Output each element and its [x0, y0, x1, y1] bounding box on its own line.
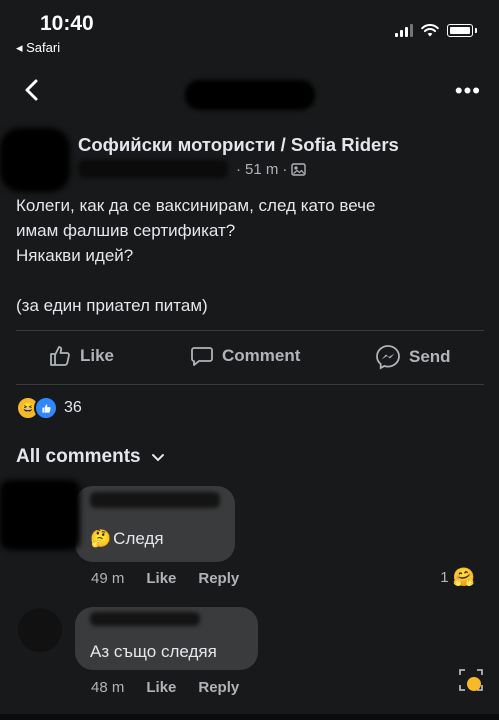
post-time: 51 m	[245, 161, 279, 178]
comment-reaction-count: 1	[440, 569, 449, 586]
redacted-commenter-name	[90, 612, 200, 626]
meta-dot: ·	[236, 161, 241, 178]
meta-dot: ·	[282, 161, 288, 178]
reaction-count: 36	[64, 399, 82, 416]
divider	[16, 384, 484, 385]
redacted-title	[185, 80, 315, 110]
home-indicator-area	[0, 714, 499, 720]
comment-meta: 48 m Like Reply	[91, 679, 239, 696]
send-button[interactable]: Send	[375, 344, 451, 370]
more-options-icon[interactable]: •••	[455, 78, 481, 104]
send-label: Send	[409, 347, 451, 366]
thinking-emoji: 🤔	[90, 529, 112, 548]
like-button[interactable]: Like	[48, 344, 114, 368]
post-line	[16, 268, 476, 293]
like-label: Like	[80, 346, 115, 365]
commenter-avatar[interactable]	[18, 608, 62, 652]
divider	[16, 330, 484, 331]
battery-icon	[447, 24, 473, 37]
back-to-safari-link[interactable]: ◂ Safari	[16, 40, 60, 56]
comment-time: 48 m	[91, 679, 125, 696]
comments-filter-dropdown[interactable]: All comments	[16, 446, 165, 468]
scan-reaction-icon[interactable]	[457, 666, 485, 694]
comment-body: Следя	[113, 529, 164, 548]
status-icons	[395, 24, 477, 37]
comment-label: Comment	[222, 346, 301, 365]
redacted-commenter-name	[90, 492, 220, 508]
comment-reply-button[interactable]: Reply	[198, 570, 239, 587]
comment-icon	[191, 347, 213, 366]
redacted-author	[78, 160, 228, 178]
group-name[interactable]: Софийски мотористи / Sofia Riders	[78, 134, 399, 156]
post-meta: · 51 m ·	[236, 161, 307, 178]
comments-filter-label: All comments	[16, 446, 141, 467]
post-line: имам фалшив сертификат?	[16, 221, 236, 240]
reactions-summary[interactable]: 😆 36	[16, 396, 82, 420]
comment-like-button[interactable]: Like	[146, 570, 176, 587]
chevron-down-icon	[151, 454, 164, 462]
group-privacy-icon	[291, 163, 307, 176]
comment-reply-button[interactable]: Reply	[198, 679, 239, 696]
cellular-signal-icon	[395, 24, 413, 37]
comment-reactions[interactable]: 1 🤗	[440, 567, 475, 588]
post-actions: Like Comment Send	[0, 340, 499, 376]
status-time: 10:40	[40, 12, 94, 35]
wifi-icon	[421, 24, 439, 37]
comment-button[interactable]: Comment	[190, 344, 300, 368]
redacted-avatar	[0, 128, 70, 192]
thumbs-up-icon	[50, 346, 70, 366]
like-reaction-icon	[34, 396, 58, 420]
post-line: Някакви идей?	[16, 246, 134, 265]
redacted-avatar	[0, 480, 80, 550]
post-line: Колеги, как да се ваксинирам, след като …	[16, 196, 376, 215]
care-reaction-icon: 🤗	[452, 567, 475, 587]
post-text: Колеги, как да се ваксинирам, след като …	[16, 193, 476, 318]
messenger-icon	[376, 345, 400, 370]
comment-text: 🤔 Следя	[90, 529, 164, 549]
comment-meta: 49 m Like Reply	[91, 570, 239, 587]
comment-time: 49 m	[91, 570, 125, 587]
comment-like-button[interactable]: Like	[146, 679, 176, 696]
comment-body: Аз също следяя	[90, 642, 217, 661]
post-line: (за един приател питам)	[16, 296, 208, 315]
back-arrow-icon[interactable]	[18, 76, 46, 104]
